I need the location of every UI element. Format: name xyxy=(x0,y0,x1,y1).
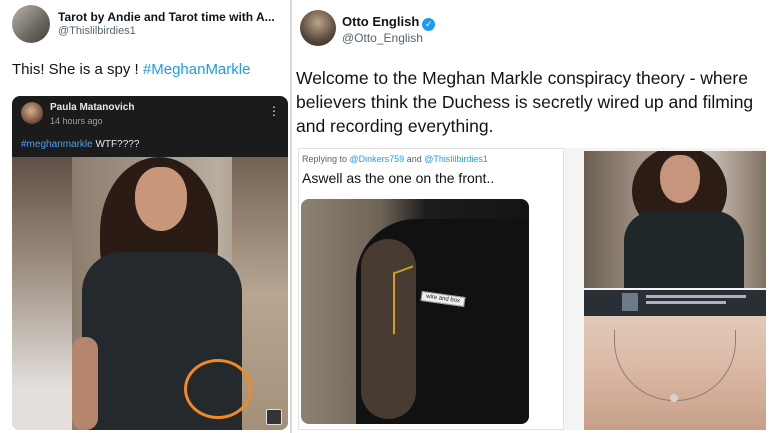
fb-post-text: #meghanmarkle WTF???? xyxy=(21,139,139,150)
orange-circle-annotation xyxy=(184,359,252,419)
tweet-text: Welcome to the Meghan Markle conspiracy … xyxy=(296,68,754,136)
verified-badge-icon: ✓ xyxy=(422,18,436,31)
fb-timestamp: 14 hours ago xyxy=(50,116,103,126)
reply-photo[interactable]: wire and box xyxy=(301,199,529,424)
replying-to-line: Replying to @Dinkers759 and @Thislilbird… xyxy=(302,154,488,164)
fb-avatar[interactable] xyxy=(21,102,43,124)
embedded-reply-screenshot[interactable]: Replying to @Dinkers759 and @Thislilbird… xyxy=(298,148,564,430)
avatar[interactable] xyxy=(300,10,336,46)
hashtag-link[interactable]: #MeghanMarkle xyxy=(143,61,251,78)
fb-author-name[interactable]: Paula Matanovich xyxy=(50,102,134,113)
photo-dress xyxy=(624,211,744,288)
image-icon xyxy=(266,409,282,425)
tweet-text: This! She is a spy ! #MeghanMarkle xyxy=(12,61,250,78)
tweet-text-body: This! She is a spy ! xyxy=(12,61,143,78)
photo-arm xyxy=(72,337,98,430)
video-thumbnail xyxy=(622,293,638,311)
reply-user-link[interactable]: @Thislilbirdies1 xyxy=(424,154,488,164)
yellow-annotation-lines xyxy=(393,265,413,335)
left-tweet[interactable]: Tarot by Andie and Tarot time with A... … xyxy=(0,0,290,433)
replying-prefix: Replying to xyxy=(302,154,350,164)
photo-dress-portrait[interactable] xyxy=(584,151,766,288)
photo-face xyxy=(660,155,700,203)
caption-line xyxy=(646,301,726,304)
photo-necklace-closeup[interactable] xyxy=(584,290,766,430)
right-tweet[interactable]: Otto English ✓ @Otto_English Welcome to t… xyxy=(292,0,770,433)
fb-post-body: WTF???? xyxy=(92,139,140,150)
photo-necklace xyxy=(614,330,736,401)
fb-post-photo[interactable] xyxy=(12,157,288,430)
avatar[interactable] xyxy=(12,5,50,43)
handle[interactable]: @Otto_English xyxy=(342,31,423,45)
photo-face xyxy=(135,167,187,231)
display-name[interactable]: Tarot by Andie and Tarot time with A... xyxy=(58,10,286,24)
display-name[interactable]: Otto English ✓ xyxy=(342,14,436,31)
reply-text: Aswell as the one on the front.. xyxy=(302,170,495,186)
handle[interactable]: @Thislilbirdies1 xyxy=(58,25,136,37)
tweet-media[interactable]: Replying to @Dinkers759 and @Thislilbird… xyxy=(298,148,766,430)
caption-line xyxy=(646,295,746,298)
embedded-facebook-post[interactable]: Paula Matanovich 14 hours ago ⋮ #meghanm… xyxy=(12,96,288,430)
reply-user-link[interactable]: @Dinkers759 xyxy=(350,154,405,164)
photo-crowd-left xyxy=(12,157,72,430)
display-name-text: Otto English xyxy=(342,14,420,29)
reply-and: and xyxy=(404,154,425,164)
more-vertical-icon[interactable]: ⋮ xyxy=(268,104,280,118)
fb-hashtag-link[interactable]: #meghanmarkle xyxy=(21,139,93,150)
photo-pendant xyxy=(670,394,678,402)
embedded-video-strip xyxy=(584,290,766,316)
